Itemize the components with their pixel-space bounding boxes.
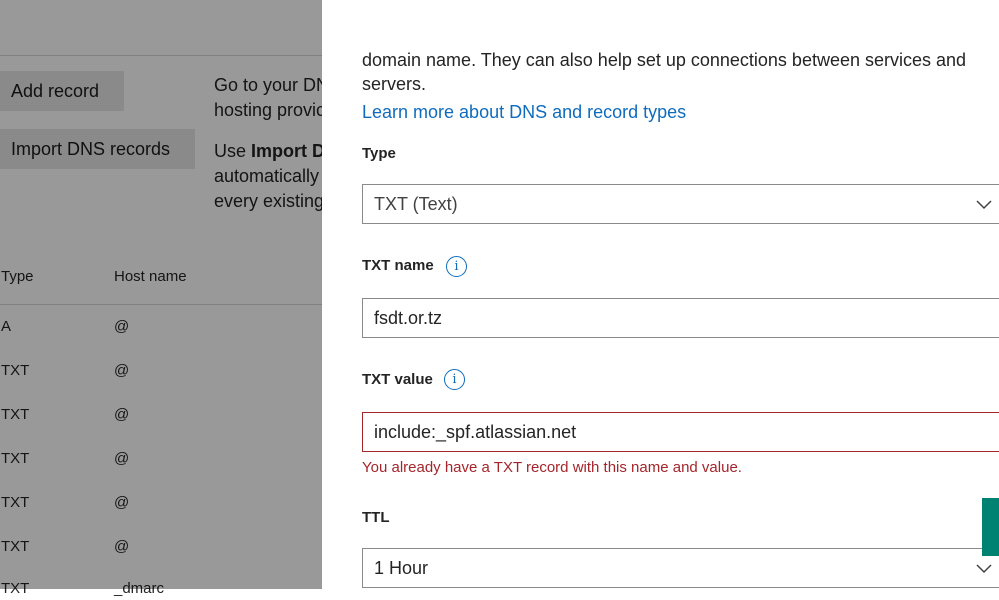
txt-name-value: fsdt.or.tz [374, 308, 443, 328]
type-dropdown-value: TXT (Text) [374, 194, 458, 214]
ttl-dropdown[interactable]: 1 Hour [362, 548, 999, 588]
txt-value-label: TXT value [362, 371, 433, 388]
txt-value-value: include:_spf.atlassian.net [374, 422, 577, 442]
type-label: Type [362, 145, 396, 162]
txt-name-label: TXT name [362, 257, 434, 274]
type-dropdown[interactable]: TXT (Text) [362, 184, 999, 224]
ttl-label: TTL [362, 509, 390, 526]
ttl-dropdown-value: 1 Hour [374, 558, 429, 578]
txt-value-input[interactable]: include:_spf.atlassian.net [362, 412, 999, 452]
txt-value-error-message: You already have a TXT record with this … [362, 459, 742, 476]
chevron-down-icon[interactable] [976, 196, 992, 212]
info-icon[interactable]: i [446, 256, 467, 277]
feedback-tab[interactable] [982, 498, 999, 556]
chevron-down-icon[interactable] [976, 560, 992, 576]
txt-name-input[interactable]: fsdt.or.tz [362, 298, 999, 338]
panel-intro-text: domain name. They can also help set up c… [362, 50, 967, 94]
learn-more-link[interactable]: Learn more about DNS and record types [362, 102, 686, 123]
add-dns-record-panel: domain name. They can also help set up c… [322, 0, 999, 589]
info-icon[interactable]: i [444, 369, 465, 390]
